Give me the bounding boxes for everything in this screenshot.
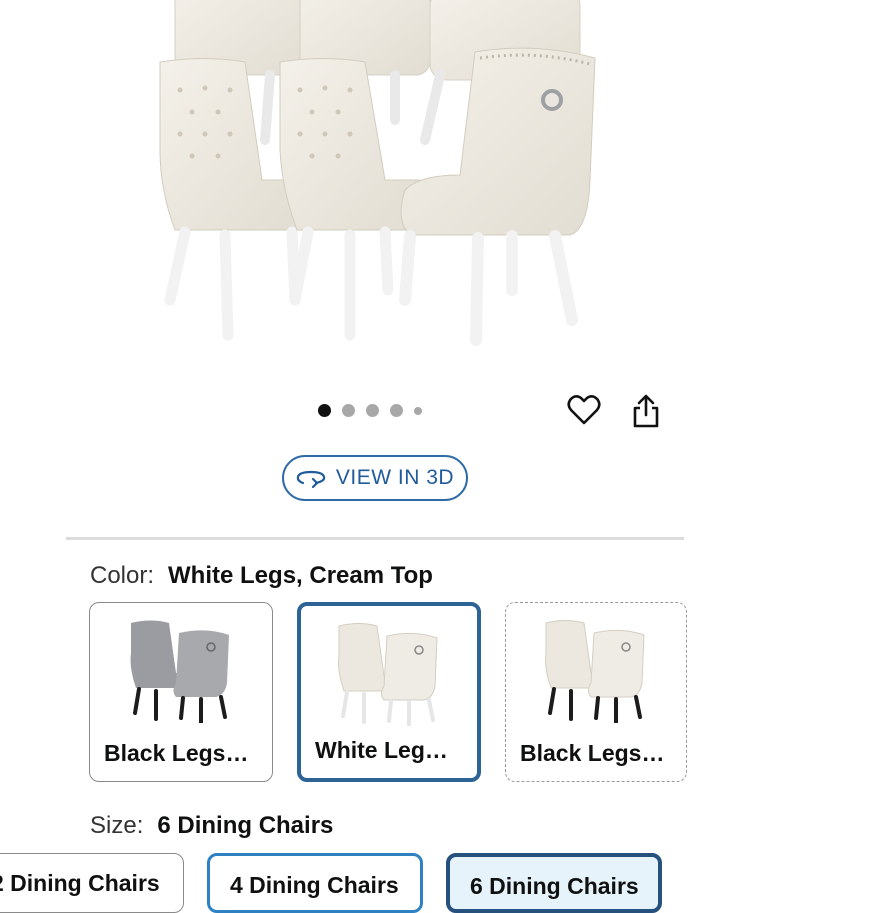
color-label: Color: <box>90 562 155 589</box>
chair-thumbnail <box>130 620 229 723</box>
size-heading: Size: 6 Dining Chairs <box>90 812 333 840</box>
color-option-white-legs-cream[interactable]: White Leg… <box>297 602 481 782</box>
chairs-illustration <box>159 0 596 346</box>
carousel-dot[interactable] <box>366 404 379 417</box>
section-divider <box>66 537 684 540</box>
swatch-image <box>506 613 686 723</box>
size-option-6-dining-chairs[interactable]: 6 Dining Chairs <box>446 853 662 913</box>
chair-thumbnail <box>545 620 645 723</box>
size-option-2-dining-chairs[interactable]: 2 Dining Chairs <box>0 853 184 913</box>
color-option-black-legs-grey[interactable]: Black Legs… <box>89 602 273 782</box>
favorite-button[interactable] <box>564 390 604 430</box>
product-image[interactable] <box>0 0 883 370</box>
carousel-dot[interactable] <box>318 404 331 417</box>
share-button[interactable] <box>626 390 666 432</box>
color-option-black-legs-cream[interactable]: Black Legs… <box>505 602 687 782</box>
color-selected-value: White Legs, Cream Top <box>168 562 433 589</box>
rotate-3d-icon <box>296 470 326 489</box>
size-option-label: 4 Dining Chairs <box>230 872 399 898</box>
swatch-image <box>90 613 272 723</box>
view-in-3d-label: VIEW IN 3D <box>335 466 455 489</box>
size-selected-value: 6 Dining Chairs <box>157 812 334 839</box>
size-option-4-dining-chairs[interactable]: 4 Dining Chairs <box>207 853 423 913</box>
carousel-dot[interactable] <box>390 404 403 417</box>
color-heading: Color: White Legs, Cream Top <box>90 562 433 590</box>
carousel-dot[interactable] <box>342 404 355 417</box>
size-option-label: 2 Dining Chairs <box>0 870 160 896</box>
size-label: Size: <box>90 812 144 839</box>
carousel-dot[interactable] <box>414 406 422 415</box>
color-option-label: Black Legs… <box>520 740 665 766</box>
heart-icon <box>567 395 601 425</box>
chair-thumbnail <box>338 623 438 726</box>
size-option-label: 6 Dining Chairs <box>470 873 639 899</box>
share-icon <box>633 394 659 428</box>
swatch-image <box>301 616 477 726</box>
color-option-label: Black Legs… <box>104 740 249 766</box>
color-option-label: White Leg… <box>315 737 448 763</box>
carousel-indicator[interactable] <box>318 404 422 417</box>
view-in-3d-button[interactable]: VIEW IN 3D <box>282 455 468 501</box>
